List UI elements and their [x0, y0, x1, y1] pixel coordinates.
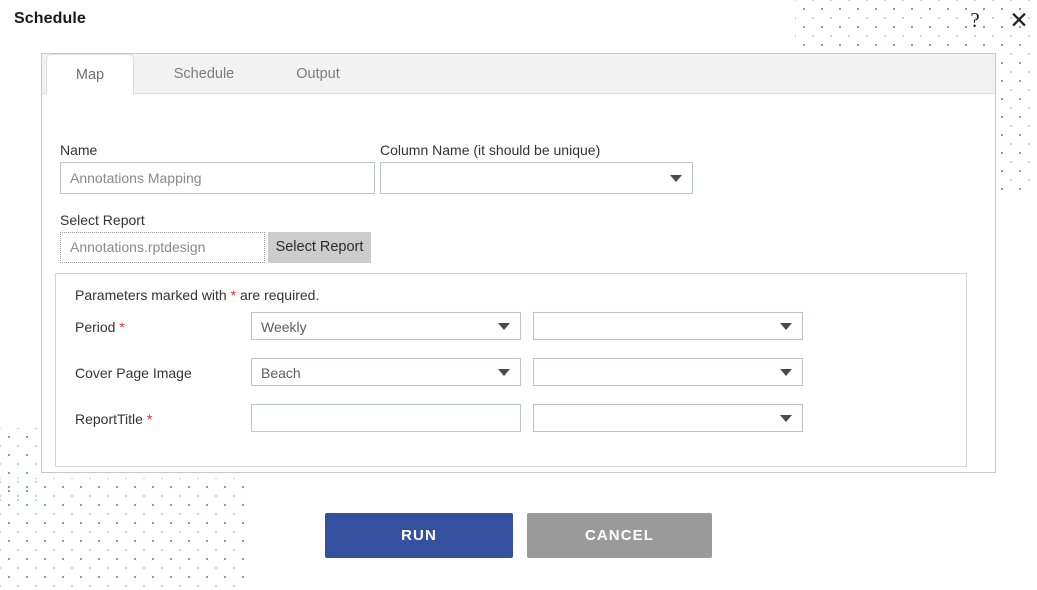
close-icon[interactable]: ✕ — [1005, 6, 1033, 34]
parameter-aux-select-reporttitle-value — [543, 405, 772, 431]
required-asterisk-icon: * — [146, 411, 153, 427]
title-bar: Schedule ? ✕ — [0, 0, 1037, 42]
schedule-dialog-panel: Map Schedule Output Name Column Name (it… — [41, 53, 996, 473]
name-input[interactable] — [60, 162, 375, 194]
chevron-down-icon — [670, 175, 682, 182]
parameter-aux-select-period[interactable] — [533, 312, 803, 340]
parameters-note-suffix: are required. — [236, 287, 320, 303]
parameter-aux-select-cover-page-image[interactable] — [533, 358, 803, 386]
parameters-panel: Parameters marked with * are required. P… — [55, 273, 967, 467]
parameter-input-reporttitle[interactable] — [251, 404, 521, 432]
required-asterisk-icon: * — [119, 319, 125, 335]
tab-map[interactable]: Map — [46, 54, 134, 95]
name-label: Name — [60, 142, 98, 158]
parameter-select-period[interactable]: Weekly — [251, 312, 521, 340]
column-name-label: Column Name (it should be unique) — [380, 142, 601, 158]
parameter-select-cover-page-image-value: Beach — [261, 365, 301, 381]
tab-bar: Map Schedule Output — [42, 54, 995, 95]
parameter-label-period: Period * — [75, 319, 125, 335]
parameter-aux-select-cover-page-image-value — [543, 359, 772, 385]
parameters-required-note: Parameters marked with * are required. — [75, 287, 319, 303]
parameter-label-text: Period — [75, 319, 116, 335]
parameter-select-period-value: Weekly — [261, 319, 307, 335]
page-title: Schedule — [14, 10, 86, 27]
parameter-select-cover-page-image[interactable]: Beach — [251, 358, 521, 386]
select-report-label: Select Report — [60, 212, 145, 228]
parameter-label-text: Cover Page Image — [75, 365, 192, 381]
select-report-button[interactable]: Select Report — [268, 232, 371, 263]
help-icon[interactable]: ? — [961, 6, 989, 34]
chevron-down-icon — [780, 415, 792, 422]
tab-schedule[interactable]: Schedule — [152, 54, 256, 94]
parameter-aux-select-reporttitle[interactable] — [533, 404, 803, 432]
parameter-label-reporttitle: ReportTitle * — [75, 411, 152, 427]
column-name-select[interactable] — [380, 162, 693, 194]
tab-output[interactable]: Output — [274, 54, 362, 94]
column-name-select-value — [390, 163, 662, 193]
chevron-down-icon — [780, 323, 792, 330]
parameter-aux-select-period-value — [543, 313, 772, 339]
dot-pattern-left-strip — [0, 428, 40, 506]
chevron-down-icon — [498, 323, 510, 330]
parameter-label-text: ReportTitle — [75, 411, 143, 427]
dot-pattern-bottom-left — [0, 478, 250, 590]
report-file-input[interactable] — [60, 232, 265, 263]
run-button[interactable]: RUN — [325, 513, 513, 558]
parameters-note-prefix: Parameters marked with — [75, 287, 231, 303]
chevron-down-icon — [498, 369, 510, 376]
chevron-down-icon — [780, 369, 792, 376]
cancel-button[interactable]: CANCEL — [527, 513, 712, 558]
parameter-label-cover-page-image: Cover Page Image — [75, 365, 192, 381]
